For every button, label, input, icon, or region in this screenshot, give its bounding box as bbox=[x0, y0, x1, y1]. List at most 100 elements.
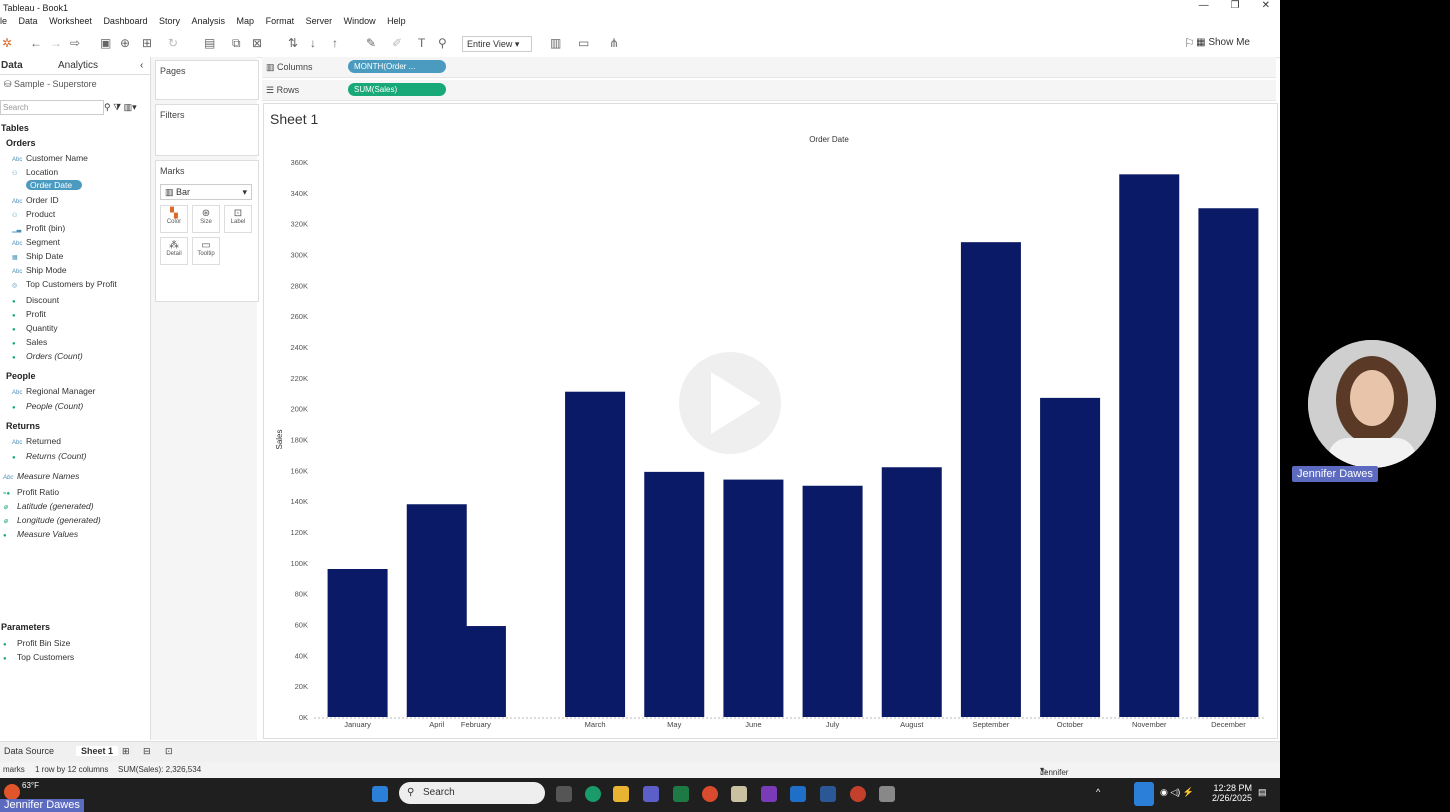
field-order-date[interactable]: Order Date bbox=[26, 180, 83, 190]
field-measure-values[interactable]: ● Measure Values bbox=[3, 529, 78, 539]
labels-icon[interactable]: T bbox=[418, 36, 425, 50]
sort-desc-icon[interactable]: ↑ bbox=[332, 36, 338, 50]
word-icon[interactable] bbox=[820, 786, 836, 802]
swap-icon[interactable]: ⇅ bbox=[288, 36, 298, 50]
show-cards-icon[interactable]: ▥ bbox=[550, 36, 561, 50]
bar[interactable] bbox=[1198, 208, 1259, 717]
file-explorer-icon[interactable] bbox=[613, 786, 629, 802]
group-icon[interactable]: ✐ bbox=[392, 36, 402, 50]
table-people[interactable]: People bbox=[6, 371, 36, 381]
tooltip-button[interactable]: ▭ Tooltip bbox=[192, 237, 220, 265]
size-button[interactable]: ⊛ Size bbox=[192, 205, 220, 233]
new-story-icon[interactable]: ⊡ bbox=[165, 746, 173, 757]
menu-map[interactable]: Map bbox=[237, 16, 255, 26]
mic-icon[interactable] bbox=[1134, 782, 1154, 806]
bar[interactable] bbox=[327, 569, 388, 717]
minimize-icon[interactable]: — bbox=[1199, 0, 1209, 11]
field-customer-name[interactable]: Abc Customer Name bbox=[12, 153, 88, 163]
field-sales[interactable]: ● Sales bbox=[12, 337, 47, 347]
close-icon[interactable]: ✕ bbox=[1262, 0, 1270, 11]
bar[interactable] bbox=[445, 626, 506, 717]
detail-button[interactable]: ⁂ Detail bbox=[160, 237, 188, 265]
columns-pill[interactable]: MONTH(Order ... bbox=[348, 60, 446, 73]
status-user[interactable]: ⚇ Jennifer Dawes ▾ bbox=[1040, 765, 1068, 778]
hint-icon[interactable]: ⚐ bbox=[1184, 36, 1195, 50]
taskbar-search[interactable]: ⚲ Search bbox=[399, 782, 545, 804]
weather-icon[interactable] bbox=[4, 784, 20, 800]
pages-card[interactable]: Pages bbox=[155, 60, 259, 100]
table-orders[interactable]: Orders bbox=[6, 138, 36, 148]
bar[interactable] bbox=[723, 479, 784, 717]
filters-card[interactable]: Filters bbox=[155, 104, 259, 156]
bar[interactable] bbox=[1119, 174, 1180, 717]
sheet1-tab[interactable]: Sheet 1 bbox=[76, 746, 119, 756]
bar[interactable] bbox=[1040, 397, 1101, 717]
filter-icon[interactable]: ⚲ ⧩ ▥▾ bbox=[104, 102, 137, 113]
restore-icon[interactable]: ❐ bbox=[1231, 0, 1240, 11]
sort-asc-icon[interactable]: ↓ bbox=[310, 36, 316, 50]
onenote-icon[interactable] bbox=[761, 786, 777, 802]
field-product[interactable]: ⚇ Product bbox=[12, 209, 55, 219]
show-me-button[interactable]: ▦ Show Me bbox=[1196, 37, 1250, 48]
clear-sheet-icon[interactable]: ⊠ bbox=[252, 36, 262, 50]
field-orders-count[interactable]: ● Orders (Count) bbox=[12, 351, 83, 361]
menu-dashboard[interactable]: Dashboard bbox=[103, 16, 147, 26]
refresh-icon[interactable]: ↻ bbox=[168, 36, 178, 50]
rows-pill[interactable]: SUM(Sales) bbox=[348, 83, 446, 96]
replay-icon[interactable]: ⇨ bbox=[70, 36, 80, 50]
notepad-icon[interactable] bbox=[731, 786, 747, 802]
field-people-count[interactable]: ● People (Count) bbox=[12, 401, 83, 411]
field-latitude[interactable]: ⊕ Latitude (generated) bbox=[3, 501, 94, 511]
start-icon[interactable] bbox=[372, 786, 388, 802]
color-button[interactable]: ▚ Color bbox=[160, 205, 188, 233]
menu-analysis[interactable]: Analysis bbox=[192, 16, 226, 26]
field-ship-date[interactable]: ▦ Ship Date bbox=[12, 251, 63, 261]
param-profit-bin-size[interactable]: ● Profit Bin Size bbox=[3, 638, 70, 648]
field-measure-names[interactable]: Abc Measure Names bbox=[3, 471, 79, 481]
menu-file[interactable]: le bbox=[0, 16, 7, 26]
excel-icon[interactable] bbox=[673, 786, 689, 802]
powerpoint-icon[interactable] bbox=[850, 786, 866, 802]
undo-icon[interactable]: ← bbox=[30, 36, 42, 50]
menu-story[interactable]: Story bbox=[159, 16, 180, 26]
clock[interactable]: 12:28 PM 2/26/2025 bbox=[1212, 783, 1252, 803]
menu-data[interactable]: Data bbox=[19, 16, 38, 26]
bar[interactable] bbox=[960, 242, 1021, 717]
new-sheet-icon[interactable]: ⊞ bbox=[122, 746, 130, 757]
field-profit-bin[interactable]: ▁▃ Profit (bin) bbox=[12, 223, 65, 233]
new-worksheet-icon[interactable]: ▤ bbox=[204, 36, 215, 50]
field-profit-ratio[interactable]: =● Profit Ratio bbox=[3, 487, 59, 497]
field-quantity[interactable]: ● Quantity bbox=[12, 323, 58, 333]
chrome-icon[interactable] bbox=[702, 786, 718, 802]
duplicate-icon[interactable]: ⧉ bbox=[232, 36, 241, 51]
menu-format[interactable]: Format bbox=[266, 16, 295, 26]
share-icon[interactable]: ⋔ bbox=[609, 36, 619, 50]
highlight-icon[interactable]: ✎ bbox=[366, 36, 376, 50]
field-ship-mode[interactable]: Abc Ship Mode bbox=[12, 265, 67, 275]
pause-updates-icon[interactable]: ⊞ bbox=[142, 36, 152, 50]
bar[interactable] bbox=[802, 485, 863, 717]
columns-shelf[interactable]: ▥ Columns MONTH(Order ... bbox=[262, 57, 1276, 78]
redo-icon[interactable]: → bbox=[50, 36, 62, 50]
new-data-source-icon[interactable]: ⊕ bbox=[120, 36, 130, 50]
tab-analytics[interactable]: Analytics bbox=[58, 60, 98, 71]
save-icon[interactable]: ▣ bbox=[100, 36, 111, 50]
field-profit[interactable]: ● Profit bbox=[12, 309, 46, 319]
tableau-task-icon[interactable] bbox=[879, 786, 895, 802]
field-returns-count[interactable]: ● Returns (Count) bbox=[12, 451, 86, 461]
tab-data[interactable]: Data bbox=[1, 60, 23, 71]
tableau-logo-icon[interactable]: ✲ bbox=[2, 36, 12, 50]
field-regional-manager[interactable]: Abc Regional Manager bbox=[12, 386, 95, 396]
bar[interactable] bbox=[881, 467, 942, 717]
field-top-customers[interactable]: ◎ Top Customers by Profit bbox=[12, 279, 117, 289]
presentation-icon[interactable]: ▭ bbox=[578, 36, 589, 50]
collapse-icon[interactable]: ‹ bbox=[140, 60, 143, 71]
new-dashboard-icon[interactable]: ⊟ bbox=[143, 746, 151, 757]
field-order-id[interactable]: Abc Order ID bbox=[12, 195, 59, 205]
field-location[interactable]: ⚇ Location bbox=[12, 167, 58, 177]
tray-chevron-icon[interactable]: ^ bbox=[1096, 787, 1100, 797]
field-discount[interactable]: ● Discount bbox=[12, 295, 59, 305]
menu-server[interactable]: Server bbox=[306, 16, 333, 26]
field-longitude[interactable]: ⊕ Longitude (generated) bbox=[3, 515, 101, 525]
search-input[interactable]: Search bbox=[0, 100, 104, 115]
